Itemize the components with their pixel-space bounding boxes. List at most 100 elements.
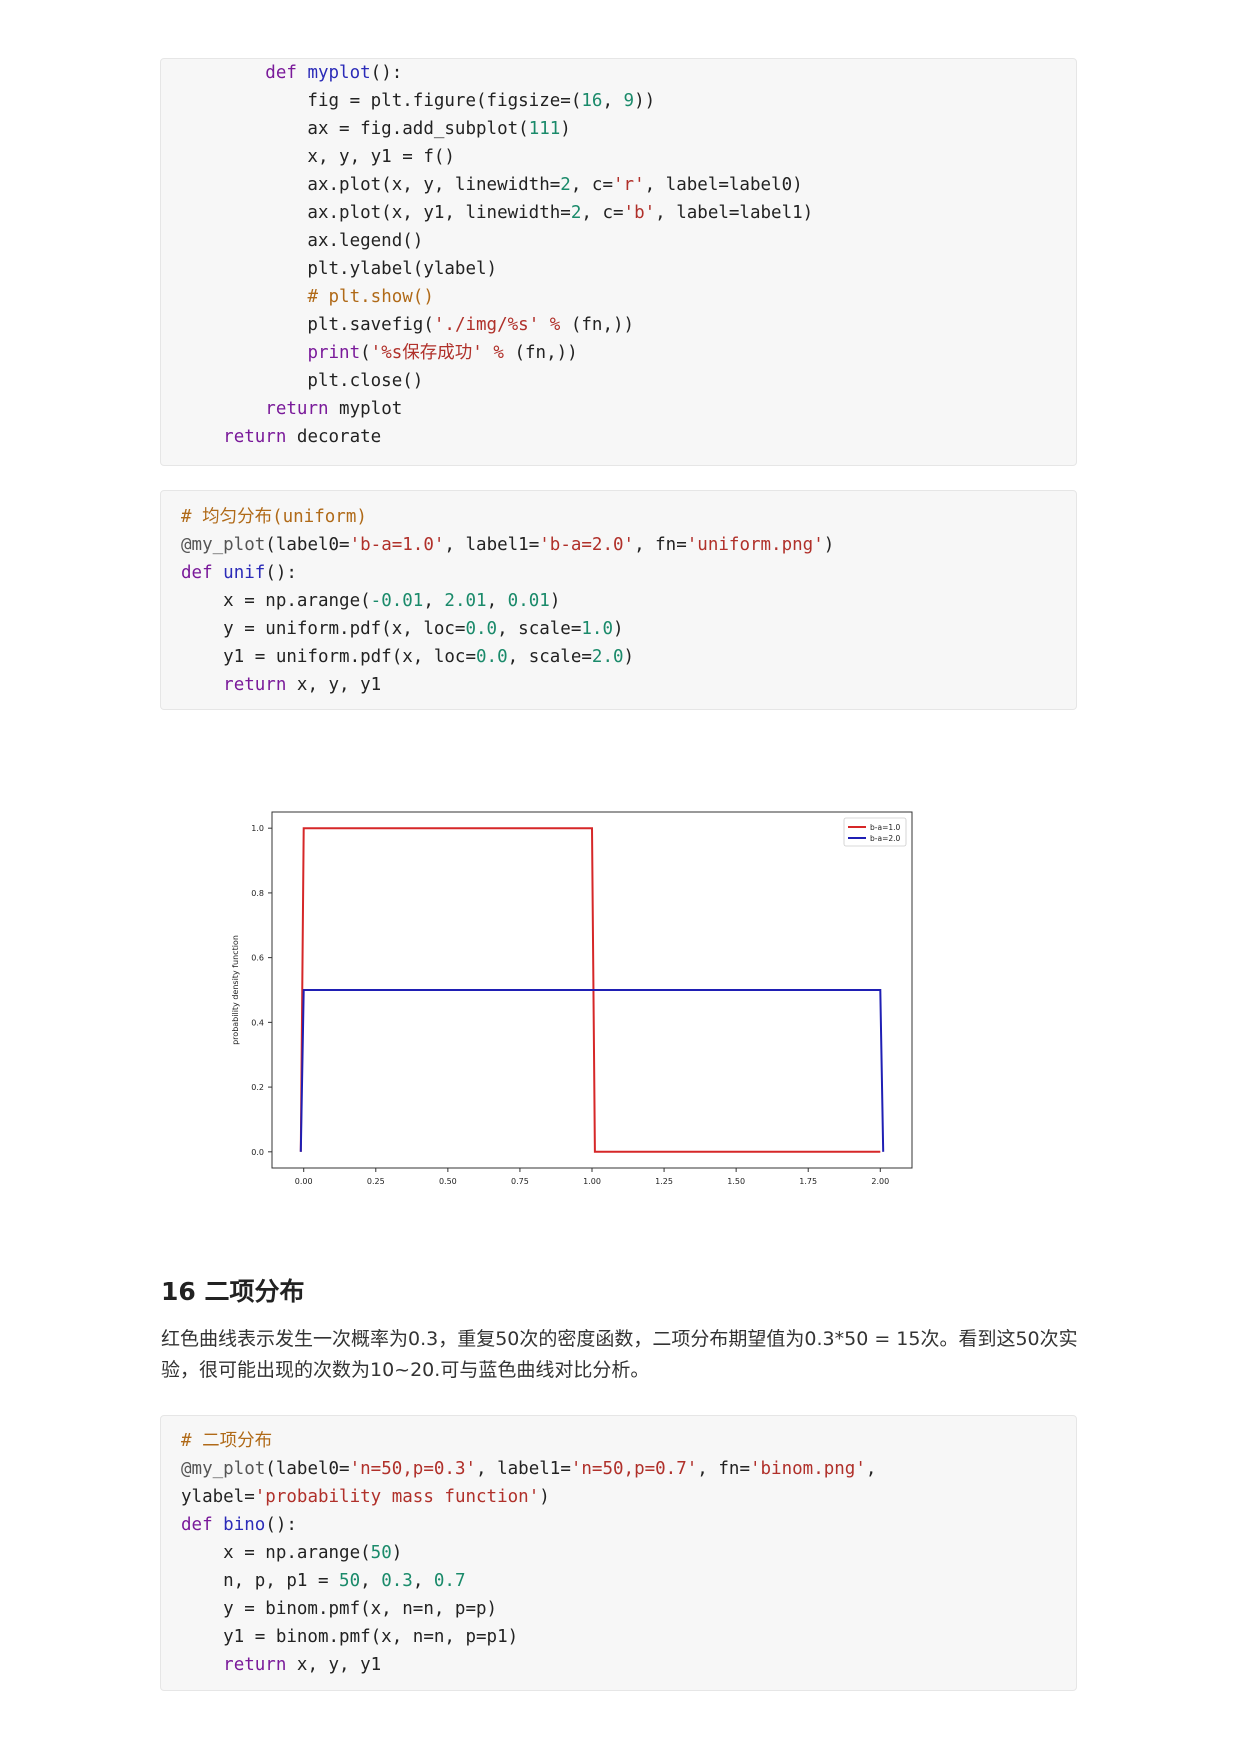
code-line: def unif(): [181,559,834,587]
code-token: ylabel= [181,1487,255,1507]
code-token: (): [265,563,297,583]
code-token: , [423,591,445,611]
y-tick-label: 0.6 [251,954,264,963]
code-token: 50 [370,1543,392,1563]
code-token: )) [634,91,656,111]
code-token: , c= [581,203,624,223]
code-token: ) [549,591,561,611]
code-token: return [223,427,287,447]
code-line: @my_plot(label0='b-a=1.0', label1='b-a=2… [181,531,834,559]
code-token: , [865,1459,877,1479]
code-token: 0.0 [465,619,498,639]
code-token: 'n=50,p=0.7' [570,1459,698,1479]
code-token: x, y, y1 [286,675,382,695]
code-token: ) [391,1543,403,1563]
code-token: plt.close() [181,371,424,391]
code-line: return x, y, y1 [181,671,834,699]
code-token: myplot [307,63,371,83]
code-token: 'uniform.png' [686,535,824,555]
section-paragraph: 红色曲线表示发生一次概率为0.3，重复50次的密度函数，二项分布期望值为0.3*… [161,1328,1078,1381]
series-line-2 [299,989,885,1152]
code-line: plt.savefig('./img/%s' % (fn,)) [181,311,813,339]
code-token: 'b-a=2.0' [539,535,635,555]
code-line: return x, y, y1 [181,1651,876,1679]
code-token: './img/%s' [433,315,540,335]
y-tick-label: 0.4 [251,1018,264,1027]
code-token: plt.savefig( [181,315,434,335]
code-token: , label=label0) [644,175,803,195]
code-token: return [265,399,329,419]
code-token: 50 [339,1571,361,1591]
code-line: x, y, y1 = f() [181,143,813,171]
code-token: (): [265,1515,297,1535]
code-token: ) [539,1487,550,1507]
code-lines: def myplot(): fig = plt.figure(figsize=(… [181,59,813,451]
code-line: y1 = binom.pmf(x, n=n, p=p1) [181,1623,876,1651]
code-token: 'n=50,p=0.3' [349,1459,477,1479]
code-line: def bino(): [181,1511,876,1539]
code-token: 2.0 [591,647,624,667]
code-token: 'b-a=1.0' [349,535,445,555]
y-tick-label: 1.0 [251,824,264,833]
code-line: plt.close() [181,367,813,395]
code-line: fig = plt.figure(figsize=(16, 9)) [181,87,813,115]
x-tick-label: 2.00 [871,1177,889,1186]
code-token: y = binom.pmf(x, n=n, p=p) [181,1599,498,1619]
code-line: # 均匀分布(uniform) [181,503,834,531]
y-tick-label: 0.2 [251,1083,264,1092]
code-token: , label1= [476,1459,571,1479]
code-token: ax = fig.add_subplot( [181,119,529,139]
y-tick-label: 0.0 [251,1148,264,1157]
y-axis-label: probability density function [231,935,240,1045]
code-line: x = np.arange(50) [181,1539,876,1567]
code-token: print [307,343,361,363]
code-line: x = np.arange(-0.01, 2.01, 0.01) [181,587,834,615]
code-line: # 二项分布 [181,1427,876,1455]
legend-label: b-a=2.0 [870,834,901,843]
code-token: (): [370,63,403,83]
code-token: ) [560,119,571,139]
code-lines: # 二项分布 @my_plot(label0='n=50,p=0.3', labe… [181,1427,876,1679]
code-token: ) [623,647,635,667]
code-line: plt.ylabel(ylabel) [181,255,813,283]
x-tick-label: 0.75 [511,1177,529,1186]
code-token: 0.3 [381,1571,413,1591]
code-token: x, y, y1 = f() [181,147,455,167]
code-token: plt.ylabel(ylabel) [181,259,498,279]
code-token: x, y, y1 [286,1655,382,1675]
code-token: # 均匀分布(uniform) [181,507,367,527]
code-token: 0.01 [507,591,550,611]
code-line: ax.plot(x, y1, linewidth=2, c='b', label… [181,199,813,227]
code-line: ylabel='probability mass function') [181,1483,876,1511]
code-token: (fn,)) [503,343,578,363]
code-line: print('%s保存成功' % (fn,)) [181,339,813,367]
code-token: 111 [528,119,561,139]
code-block-binom: # 二项分布 @my_plot(label0='n=50,p=0.3', labe… [160,1415,1077,1691]
code-token: , [360,1571,382,1591]
code-token: 1.0 [581,619,613,639]
code-token: # plt.show() [307,287,434,307]
code-token: def [181,563,213,583]
x-tick-label: 0.25 [367,1177,385,1186]
code-token: ax.legend() [181,231,424,251]
code-token: y1 = binom.pmf(x, n=n, p=p1) [181,1627,519,1647]
x-tick-label: 0.50 [439,1177,457,1186]
code-token: return [223,1655,287,1675]
code-token: , fn= [697,1459,750,1479]
code-token: x = np.arange( [181,591,371,611]
y-tick-label: 0.8 [251,889,264,898]
code-token: , [602,91,624,111]
section-heading: 16 二项分布 [161,1277,305,1306]
code-lines: # 均匀分布(uniform) @my_plot(label0='b-a=1.0'… [181,503,834,699]
code-line: ax.plot(x, y, linewidth=2, c='r', label=… [181,171,813,199]
code-line: y = uniform.pdf(x, loc=0.0, scale=1.0) [181,615,834,643]
